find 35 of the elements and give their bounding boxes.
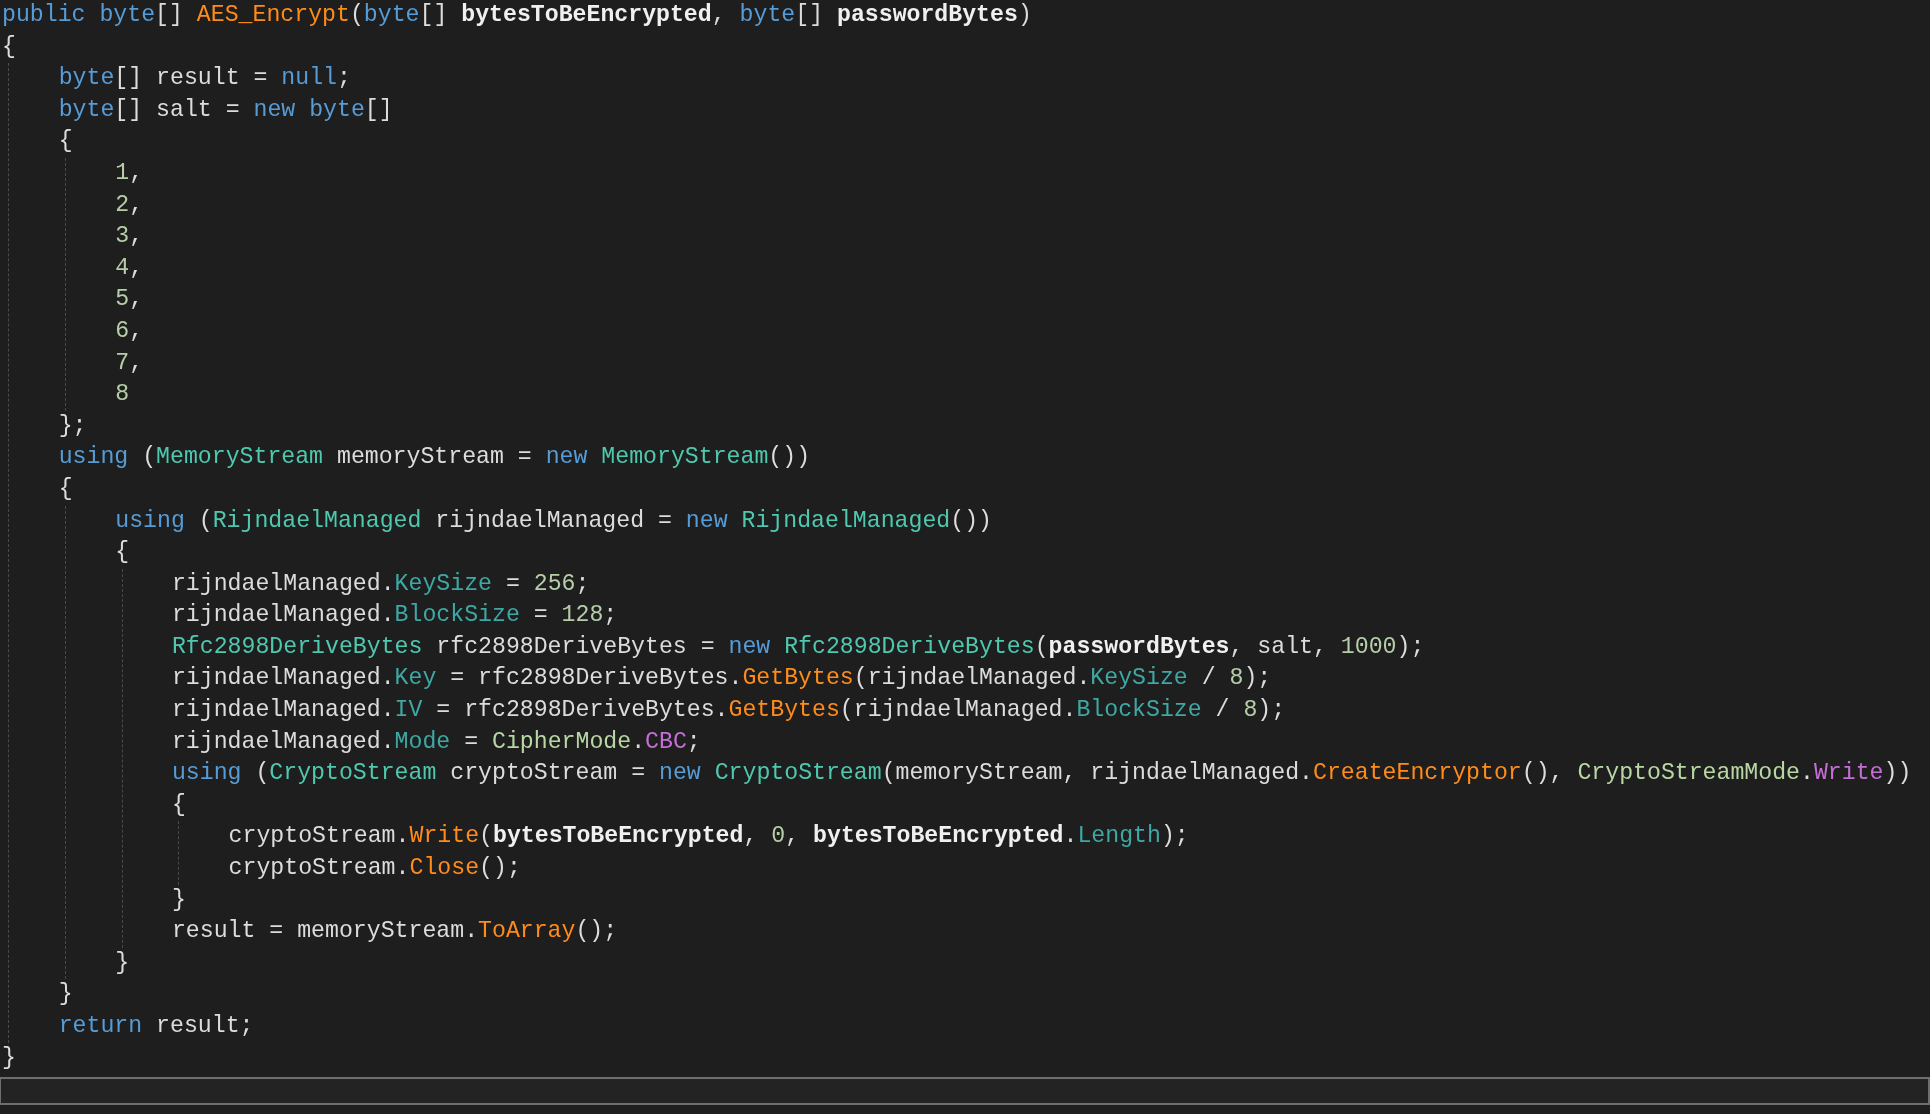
code-line: { [171,790,186,820]
code-line: rijndaelManaged.KeySize = 256; [171,569,590,599]
code-line: } [171,885,186,915]
code-line: public byte[] AES_Encrypt(byte[] bytesToBeEncrypted, byte[] passwordBytes) [2,1,1032,30]
code-line: using (CryptoStream cryptoStream = new CryptoStream(memoryStream, rijndaelManaged.CreateEncryptor(), CryptoStreamMode.Write)) [171,759,1912,789]
code-line: } [2,1043,16,1073]
code-line: } [58,980,73,1010]
code-line: 3, [115,222,144,252]
code-line: 6, [115,316,144,346]
code-line: byte[] salt = new byte[] [58,95,393,125]
code-line: 4, [115,253,144,283]
code-line: { [58,474,73,504]
code-line: { [58,127,73,157]
horizontal-scrollbar[interactable] [0,1077,1930,1105]
code-line: rijndaelManaged.Mode = CipherMode.CBC; [171,727,701,757]
code-line: Rfc2898DeriveBytes rfc2898DeriveBytes = new Rfc2898DeriveBytes(passwordBytes, salt, 1000); [171,632,1425,662]
code-line: 2, [115,190,144,220]
code-line: rijndaelManaged.Key = rfc2898DeriveBytes.GetBytes(rijndaelManaged.KeySize / 8); [171,664,1272,694]
code-line: 1, [115,158,144,188]
code-line: using (MemoryStream memoryStream = new MemoryStream()) [58,443,811,473]
code-line: 7, [115,348,144,378]
code-line: result = memoryStream.ToArray(); [171,917,618,947]
code-line: cryptoStream.Write(bytesToBeEncrypted, 0, bytesToBeEncrypted.Length); [228,822,1189,852]
code-line: byte[] result = null; [58,64,351,94]
code-line: return result; [58,1012,254,1041]
code-line: }; [58,411,87,441]
code-line: 8 [115,380,130,410]
code-line: using (RijndaelManaged rijndaelManaged = new RijndaelManaged()) [115,506,992,536]
code-line: } [115,948,130,978]
code-line: { [115,538,130,568]
code-line: cryptoStream.Close(); [228,854,521,884]
code-line: rijndaelManaged.BlockSize = 128; [171,601,618,631]
code-line: { [2,32,16,62]
code-line: 5, [115,285,144,315]
code-line: rijndaelManaged.IV = rfc2898DeriveBytes.GetBytes(rijndaelManaged.BlockSize / 8); [171,696,1286,726]
